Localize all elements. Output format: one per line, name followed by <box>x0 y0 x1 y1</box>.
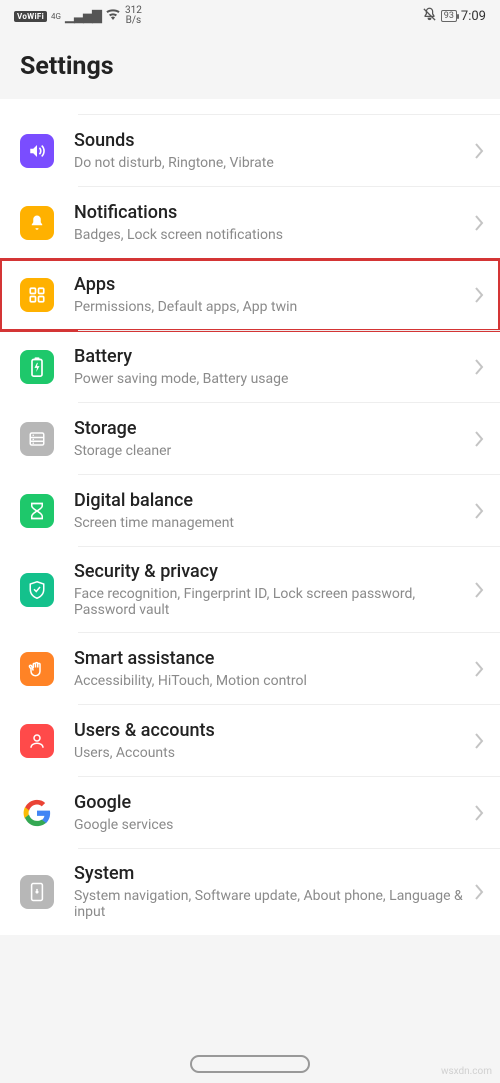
list-item-body: Battery Power saving mode, Battery usage <box>74 346 468 387</box>
chevron-right-icon <box>468 661 490 677</box>
list-item-title: Battery <box>74 346 468 369</box>
list-item-system[interactable]: System System navigation, Software updat… <box>0 849 500 935</box>
chevron-right-icon <box>468 582 490 598</box>
hourglass-icon <box>20 494 54 528</box>
bell-icon <box>20 206 54 240</box>
list-item-subtitle: Badges, Lock screen notifications <box>74 227 468 244</box>
apps-icon <box>20 278 54 312</box>
navigation-bar <box>0 1055 500 1073</box>
chevron-right-icon <box>468 287 490 303</box>
chevron-right-icon <box>468 215 490 231</box>
list-item-title: Users & accounts <box>74 720 468 743</box>
wifi-icon <box>105 8 121 24</box>
storage-icon <box>20 422 54 456</box>
watermark: wsxdn.com <box>441 1066 492 1077</box>
status-right: 93 7:09 <box>422 7 486 26</box>
status-left: VoWiFi 4G ▁▃▅▇ 312 B/s <box>14 6 142 26</box>
page-title: Settings <box>0 30 500 99</box>
sound-icon <box>20 134 54 168</box>
list-item-storage[interactable]: Storage Storage cleaner <box>0 403 500 475</box>
list-item-body: Smart assistance Accessibility, HiTouch,… <box>74 648 468 689</box>
list-item-body: Storage Storage cleaner <box>74 418 468 459</box>
google-icon <box>20 796 54 830</box>
list-item-google[interactable]: Google Google services <box>0 777 500 849</box>
status-bar: VoWiFi 4G ▁▃▅▇ 312 B/s 93 7:09 <box>0 0 500 30</box>
list-item-body: System System navigation, Software updat… <box>74 863 468 921</box>
list-item-smart-assistance[interactable]: Smart assistance Accessibility, HiTouch,… <box>0 633 500 705</box>
list-item-subtitle: Storage cleaner <box>74 443 468 460</box>
list-item-body: Users & accounts Users, Accounts <box>74 720 468 761</box>
chevron-right-icon <box>468 143 490 159</box>
list-item-subtitle: Users, Accounts <box>74 745 468 762</box>
list-item-cutoff <box>0 99 500 115</box>
chevron-right-icon <box>468 805 490 821</box>
signal-bars-icon: ▁▃▅▇ <box>65 9 101 24</box>
list-item-apps[interactable]: Apps Permissions, Default apps, App twin <box>0 259 500 331</box>
chevron-right-icon <box>468 884 490 900</box>
list-item-title: Smart assistance <box>74 648 468 671</box>
list-item-body: Apps Permissions, Default apps, App twin <box>74 274 468 315</box>
list-item-subtitle: Permissions, Default apps, App twin <box>74 299 468 316</box>
list-item-title: System <box>74 863 468 886</box>
list-item-title: Notifications <box>74 202 468 225</box>
network-4g-icon: 4G <box>51 12 61 21</box>
list-item-subtitle: Google services <box>74 817 468 834</box>
battery-icon <box>20 350 54 384</box>
vowifi-badge: VoWiFi <box>14 11 47 22</box>
list-item-users[interactable]: Users & accounts Users, Accounts <box>0 705 500 777</box>
list-item-body: Digital balance Screen time management <box>74 490 468 531</box>
list-item-subtitle: Accessibility, HiTouch, Motion control <box>74 673 468 690</box>
net-speed: 312 B/s <box>125 6 142 26</box>
list-item-subtitle: Face recognition, Fingerprint ID, Lock s… <box>74 586 468 620</box>
battery-icon: 93 <box>441 10 457 22</box>
chevron-right-icon <box>468 431 490 447</box>
list-item-notifications[interactable]: Notifications Badges, Lock screen notifi… <box>0 187 500 259</box>
list-item-body: Sounds Do not disturb, Ringtone, Vibrate <box>74 130 468 171</box>
list-item-subtitle: Do not disturb, Ringtone, Vibrate <box>74 155 468 172</box>
mute-bell-icon <box>422 7 437 26</box>
list-item-title: Security & privacy <box>74 561 468 584</box>
battery-indicator: 93 <box>441 10 457 22</box>
chevron-right-icon <box>468 733 490 749</box>
home-pill-button[interactable] <box>190 1055 310 1073</box>
list-item-subtitle: Power saving mode, Battery usage <box>74 371 468 388</box>
clock: 7:09 <box>461 9 486 24</box>
list-item-title: Google <box>74 792 468 815</box>
list-item-title: Digital balance <box>74 490 468 513</box>
hand-icon <box>20 652 54 686</box>
settings-list: Sounds Do not disturb, Ringtone, Vibrate… <box>0 99 500 935</box>
list-item-sounds[interactable]: Sounds Do not disturb, Ringtone, Vibrate <box>0 115 500 187</box>
list-item-title: Storage <box>74 418 468 441</box>
list-item-digital-balance[interactable]: Digital balance Screen time management <box>0 475 500 547</box>
chevron-right-icon <box>468 503 490 519</box>
user-icon <box>20 724 54 758</box>
list-item-body: Notifications Badges, Lock screen notifi… <box>74 202 468 243</box>
system-icon <box>20 875 54 909</box>
shield-icon <box>20 573 54 607</box>
list-item-battery[interactable]: Battery Power saving mode, Battery usage <box>0 331 500 403</box>
list-item-title: Apps <box>74 274 468 297</box>
list-item-subtitle: System navigation, Software update, Abou… <box>74 888 468 922</box>
chevron-right-icon <box>468 359 490 375</box>
list-item-title: Sounds <box>74 130 468 153</box>
list-item-security[interactable]: Security & privacy Face recognition, Fin… <box>0 547 500 633</box>
list-item-body: Google Google services <box>74 792 468 833</box>
list-item-subtitle: Screen time management <box>74 515 468 532</box>
list-item-body: Security & privacy Face recognition, Fin… <box>74 561 468 619</box>
